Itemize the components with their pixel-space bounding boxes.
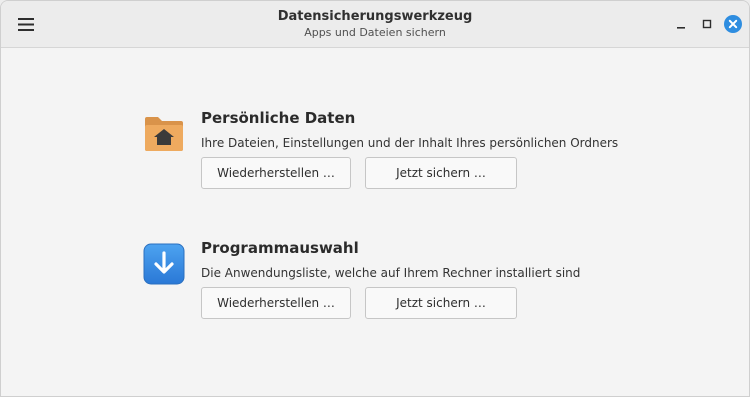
minimize-button[interactable] — [671, 14, 691, 34]
restore-personal-data-button[interactable]: Wiederherstellen … — [201, 157, 351, 189]
backup-personal-data-button[interactable]: Jetzt sichern … — [365, 157, 517, 189]
close-button[interactable] — [723, 14, 743, 34]
download-arrow-icon — [143, 243, 185, 285]
maximize-icon — [702, 19, 712, 29]
home-folder-icon — [145, 117, 183, 151]
maximize-button[interactable] — [697, 14, 717, 34]
app-window: Datensicherungswerkzeug Apps und Dateien… — [0, 0, 750, 397]
section-title: Programmauswahl — [201, 239, 359, 257]
title-bar: Datensicherungswerkzeug Apps und Dateien… — [1, 1, 749, 48]
window-subtitle: Apps und Dateien sichern — [304, 26, 446, 39]
minimize-icon — [677, 27, 685, 29]
restore-software-selection-button[interactable]: Wiederherstellen … — [201, 287, 351, 319]
window-controls — [671, 14, 743, 34]
backup-software-selection-button[interactable]: Jetzt sichern … — [365, 287, 517, 319]
section-title: Persönliche Daten — [201, 109, 356, 127]
section-description: Die Anwendungsliste, welche auf Ihrem Re… — [201, 266, 581, 280]
section-description: Ihre Dateien, Einstellungen und der Inha… — [201, 136, 619, 150]
window-title-area: Datensicherungswerkzeug Apps und Dateien… — [1, 9, 749, 40]
window-title: Datensicherungswerkzeug — [277, 9, 473, 24]
close-icon — [724, 15, 742, 33]
